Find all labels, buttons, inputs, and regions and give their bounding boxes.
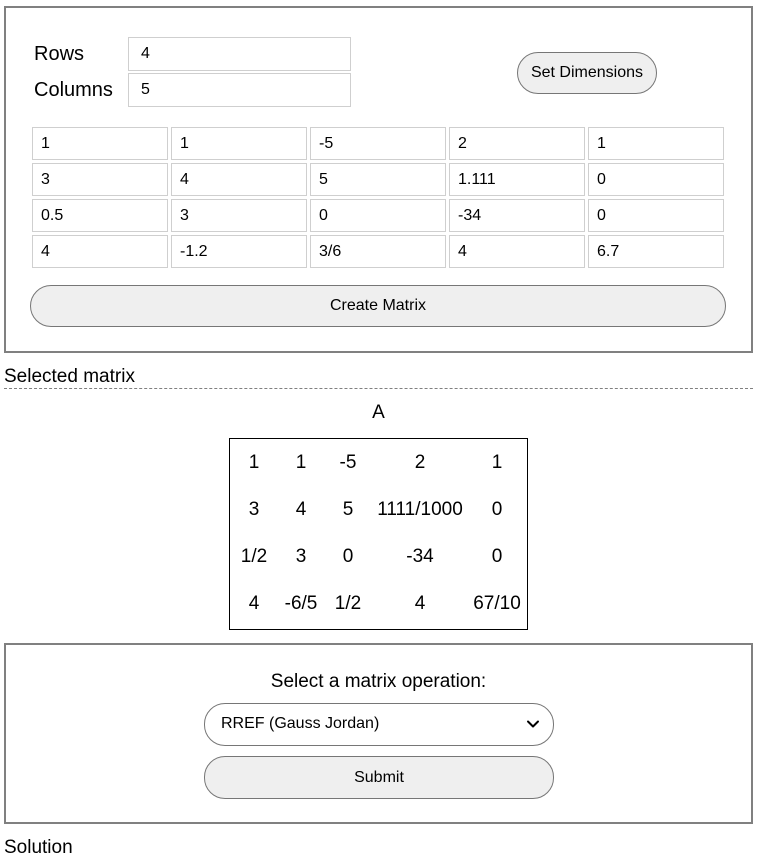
chevron-down-icon bbox=[527, 720, 539, 728]
matrix-cell-input[interactable] bbox=[588, 127, 724, 160]
matrix-cell-input[interactable] bbox=[449, 127, 585, 160]
matrix-cell-input[interactable] bbox=[32, 127, 168, 160]
operation-heading: Select a matrix operation: bbox=[270, 671, 487, 692]
matrix-cell-input[interactable] bbox=[449, 199, 585, 232]
matrix-cell-input[interactable] bbox=[310, 163, 446, 196]
matrix-value: 67/10 bbox=[473, 593, 521, 614]
rows-input[interactable] bbox=[128, 37, 351, 71]
matrix-cell-input[interactable] bbox=[171, 199, 307, 232]
matrix-cell-input[interactable] bbox=[310, 127, 446, 160]
submit-button[interactable]: Submit bbox=[204, 756, 554, 799]
matrix-value: 0 bbox=[491, 499, 503, 520]
matrix-cell-input[interactable] bbox=[32, 163, 168, 196]
columns-label: Columns bbox=[34, 79, 113, 101]
create-matrix-button[interactable]: Create Matrix bbox=[30, 285, 726, 327]
solution-heading: Solution bbox=[4, 837, 73, 858]
selected-matrix-display: 1 1 -5 2 1 3 4 5 1111/1000 0 1/2 3 0 -34 0 4 -6/5 1/2 4 67/… bbox=[229, 438, 528, 630]
rows-label: Rows bbox=[34, 43, 85, 65]
matrix-cell-input[interactable] bbox=[171, 163, 307, 196]
matrix-cell-input[interactable] bbox=[588, 235, 724, 268]
matrix-value: 1 bbox=[491, 452, 503, 473]
columns-input[interactable] bbox=[128, 73, 351, 107]
section-divider bbox=[4, 388, 753, 389]
matrix-entry-grid bbox=[32, 127, 724, 268]
matrix-cell-input[interactable] bbox=[588, 163, 724, 196]
operation-select[interactable]: RREF (Gauss Jordan) bbox=[204, 703, 554, 746]
matrix-cell-input[interactable] bbox=[171, 235, 307, 268]
matrix-cell-input[interactable] bbox=[310, 199, 446, 232]
matrix-cell-input[interactable] bbox=[32, 235, 168, 268]
set-dimensions-button[interactable]: Set Dimensions bbox=[517, 52, 657, 94]
matrix-value: 0 bbox=[491, 546, 503, 567]
matrix-cell-input[interactable] bbox=[32, 199, 168, 232]
matrix-cell-input[interactable] bbox=[588, 199, 724, 232]
operation-panel: Select a matrix operation: RREF (Gauss J… bbox=[4, 643, 753, 824]
matrix-input-panel: Rows Columns Set Dimensions Create Matri… bbox=[4, 6, 753, 353]
matrix-cell-input[interactable] bbox=[449, 235, 585, 268]
matrix-name-label: A bbox=[372, 402, 385, 423]
operation-select-value: RREF (Gauss Jordan) bbox=[221, 715, 380, 732]
matrix-cell-input[interactable] bbox=[310, 235, 446, 268]
matrix-cell-input[interactable] bbox=[171, 127, 307, 160]
matrix-cell-input[interactable] bbox=[449, 163, 585, 196]
selected-matrix-heading: Selected matrix bbox=[4, 366, 135, 387]
